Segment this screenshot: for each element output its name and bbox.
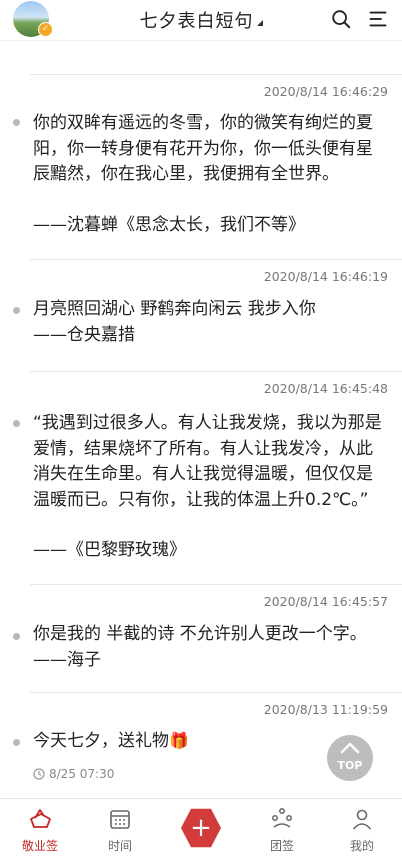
nav-label: 我的 xyxy=(349,839,374,853)
bullet-icon xyxy=(13,633,20,640)
search-icon[interactable] xyxy=(330,8,352,30)
scheduled-reminder: 8/25 07:30 xyxy=(33,767,114,781)
post-body: “我遇到过很多人。有人让我发烧，我以为那是爱情，结果烧坏了所有。有人让我发冷，从… xyxy=(33,413,382,510)
post-author: ——《巴黎野玫瑰》 xyxy=(33,540,186,560)
nav-label: 团签 xyxy=(269,839,294,853)
dropdown-caret-icon xyxy=(256,20,263,26)
nav-item-time[interactable]: 时间 xyxy=(80,799,160,859)
calendar-icon xyxy=(110,810,130,829)
bullet-icon xyxy=(13,739,20,746)
post-body: 你的双眸有遥远的冬雪，你的微笑有绚烂的夏阳，你一转身便有花开为你，你一低头便有星… xyxy=(33,113,373,184)
nav-label: 时间 xyxy=(107,839,132,853)
app-header: ✓ 七夕表白短句 xyxy=(0,0,402,41)
nav-item-team[interactable]: 团签 xyxy=(242,799,322,859)
page-title-text: 七夕表白短句 xyxy=(139,11,254,32)
bullet-icon xyxy=(13,119,20,126)
list-item[interactable]: 2020/8/14 16:46:29 你的双眸有遥远的冬雪，你的微笑有绚烂的夏阳… xyxy=(0,74,402,239)
nav-item-jingyeqian[interactable]: 敬业签 xyxy=(0,799,80,859)
divider xyxy=(30,74,402,75)
post-body: 月亮照回湖心 野鹤奔向闲云 我步入你 xyxy=(33,299,316,319)
post-author: ——沈暮蝉《思念太长，我们不等》 xyxy=(33,215,305,235)
divider xyxy=(30,259,402,260)
list-item[interactable]: 2020/8/14 16:45:57 你是我的 半截的诗 不允许别人更改一个字。… xyxy=(0,584,402,684)
user-icon xyxy=(352,809,372,830)
cup-icon xyxy=(30,809,51,828)
divider xyxy=(30,371,402,372)
divider xyxy=(30,584,402,585)
divider xyxy=(30,692,402,693)
bullet-icon xyxy=(13,307,20,314)
scheduled-time: 8/25 07:30 xyxy=(49,767,115,781)
post-author: ——仓央嘉措 xyxy=(33,325,135,345)
note-feed[interactable]: 2020/8/14 16:46:29 你的双眸有遥远的冬雪，你的微笑有绚烂的夏阳… xyxy=(0,40,402,797)
list-item[interactable]: 2020/8/14 16:45:48 “我遇到过很多人。有人让我发烧，我以为那是… xyxy=(0,371,402,571)
timestamp: 2020/8/13 11:19:59 xyxy=(263,702,388,717)
post-body-text: 今天七夕，送礼物 xyxy=(33,731,169,751)
add-button[interactable]: + xyxy=(181,808,221,848)
scroll-to-top-button[interactable]: TOP xyxy=(327,735,373,781)
list-item[interactable]: 2020/8/14 16:46:19 月亮照回湖心 野鹤奔向闲云 我步入你 ——… xyxy=(0,259,402,354)
team-icon xyxy=(272,808,292,828)
nav-label: 敬业签 xyxy=(21,839,58,853)
bullet-icon xyxy=(13,420,20,427)
nav-item-profile[interactable]: 我的 xyxy=(322,799,402,859)
timestamp: 2020/8/14 16:46:19 xyxy=(263,269,388,284)
scroll-to-top-label: TOP xyxy=(337,759,363,772)
post-author: ——海子 xyxy=(33,650,101,670)
timestamp: 2020/8/14 16:46:29 xyxy=(263,84,388,99)
bottom-nav: 敬业签 时间 + 团签 我的 xyxy=(0,798,402,859)
chevron-up-icon xyxy=(340,742,360,754)
timestamp: 2020/8/14 16:45:48 xyxy=(263,381,388,396)
gift-icon: 🎁 xyxy=(169,731,189,750)
clock-icon xyxy=(33,768,45,780)
post-body: 你是我的 半截的诗 不允许别人更改一个字。 xyxy=(33,624,367,644)
menu-icon[interactable] xyxy=(367,8,389,30)
timestamp: 2020/8/14 16:45:57 xyxy=(263,594,388,609)
